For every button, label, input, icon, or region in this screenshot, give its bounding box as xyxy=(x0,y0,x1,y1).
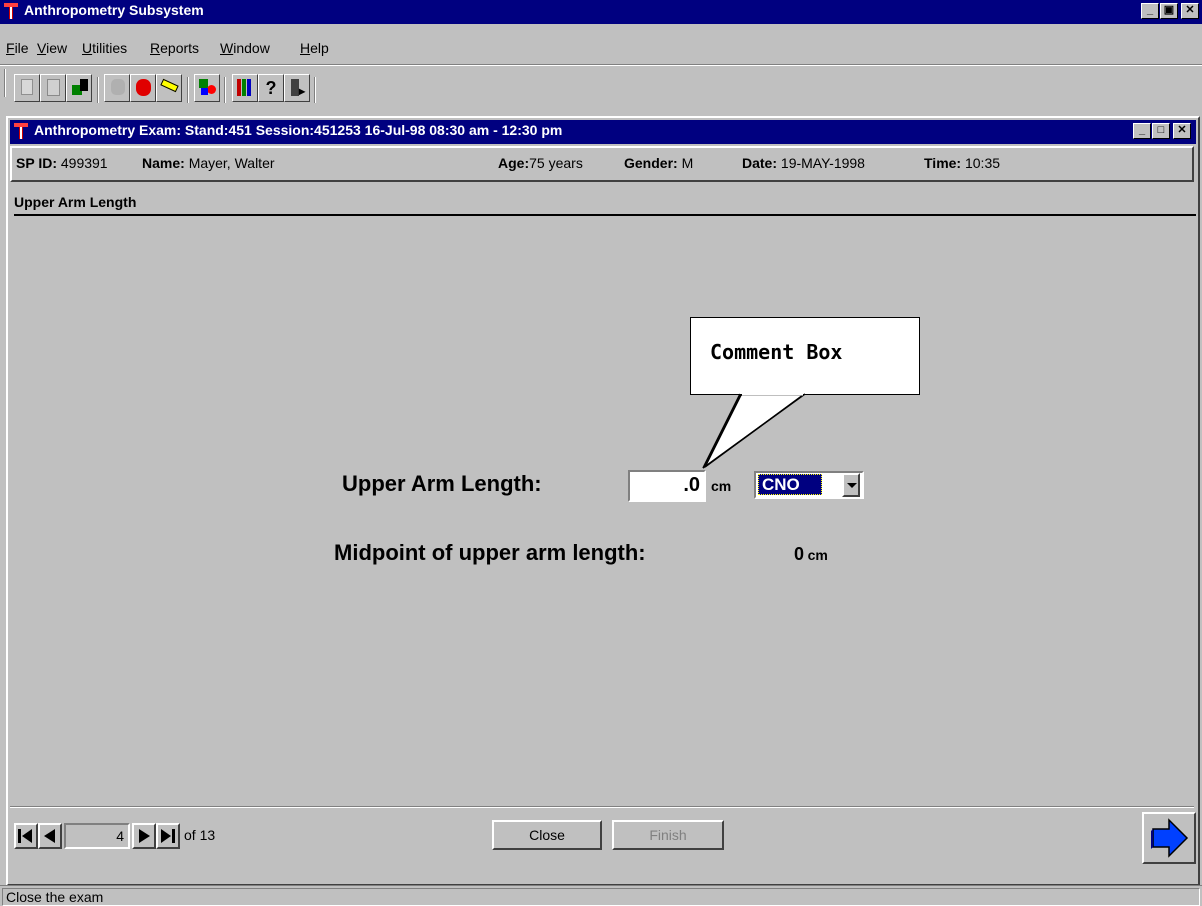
finish-button[interactable]: Finish xyxy=(612,820,724,850)
upper-arm-input[interactable]: .0 xyxy=(628,470,706,502)
finish-button-label: Finish xyxy=(649,827,687,843)
new-icon[interactable] xyxy=(14,74,40,102)
chevron-down-icon xyxy=(847,483,857,488)
exam-maximize-button[interactable]: □ xyxy=(1152,123,1170,139)
toolbar: ? ▸ xyxy=(0,66,1202,116)
midpoint-value: 0 xyxy=(794,544,805,564)
menu-view[interactable]: View xyxy=(37,40,67,56)
restore-button[interactable]: ▣ xyxy=(1160,3,1178,19)
midpoint-unit: cm xyxy=(807,547,828,563)
status-bar: Close the exam xyxy=(0,885,1202,906)
stop-hand-icon[interactable] xyxy=(130,74,156,102)
sp-id-value: 499391 xyxy=(60,155,108,171)
age-value: 75 years xyxy=(529,155,583,171)
date-label: Date: xyxy=(742,155,778,171)
name-value: Mayer, Walter xyxy=(188,155,275,171)
comment-select-value: CNO xyxy=(758,474,822,495)
gender-value: M xyxy=(681,155,694,171)
section-divider xyxy=(14,214,1196,216)
help-icon[interactable]: ? xyxy=(258,74,284,102)
midpoint-label: Midpoint of upper arm length: xyxy=(334,540,646,565)
clipboard-icon[interactable] xyxy=(40,74,66,102)
app-logo-icon xyxy=(4,3,18,19)
minimize-button[interactable]: _ xyxy=(1141,3,1159,19)
section-title: Upper Arm Length xyxy=(14,194,137,210)
sp-id-label: SP ID: xyxy=(16,155,57,171)
previous-record-button[interactable] xyxy=(38,823,62,849)
menu-reports[interactable]: Reports xyxy=(150,40,199,56)
participant-info-bar: SP ID: 499391 Name: Mayer, Walter Age:75… xyxy=(10,146,1194,182)
status-text: Close the exam xyxy=(6,889,104,905)
time-value: 10:35 xyxy=(964,155,1001,171)
first-record-button[interactable] xyxy=(14,823,38,849)
app-title-bar: Anthropometry Subsystem _ ▣ ✕ xyxy=(0,0,1202,24)
upper-arm-value: .0 xyxy=(683,474,700,496)
first-record-icon xyxy=(18,829,21,843)
menu-file[interactable]: File xyxy=(6,40,29,56)
name-label: Name: xyxy=(142,155,185,171)
pencil-icon[interactable] xyxy=(156,74,182,102)
next-record-button[interactable] xyxy=(132,823,156,849)
menu-utilities[interactable]: Utilities xyxy=(82,40,127,56)
last-record-icon xyxy=(161,829,171,843)
previous-record-icon xyxy=(44,829,55,843)
exit-icon[interactable]: ▸ xyxy=(284,74,310,102)
midpoint-readout: 0 cm xyxy=(794,544,828,565)
last-record-button[interactable] xyxy=(156,823,180,849)
upper-arm-unit: cm xyxy=(711,478,732,494)
page-number-field[interactable]: 4 xyxy=(64,823,130,849)
menu-bar: File View Utilities Reports Window Help xyxy=(0,38,1202,62)
exam-window: Anthropometry Exam: Stand:451 Session:45… xyxy=(6,116,1200,886)
callout-text: Comment Box xyxy=(710,340,843,364)
upper-arm-label: Upper Arm Length: xyxy=(342,471,542,496)
age-label: Age: xyxy=(498,155,530,171)
close-button-label: Close xyxy=(529,827,565,843)
exam-title: Anthropometry Exam: Stand:451 Session:45… xyxy=(34,122,563,138)
next-exam-button[interactable] xyxy=(1142,812,1196,864)
menu-help[interactable]: Help xyxy=(300,40,329,56)
menu-window[interactable]: Window xyxy=(220,40,270,56)
exam-minimize-button[interactable]: _ xyxy=(1133,123,1151,139)
app-title: Anthropometry Subsystem xyxy=(24,2,204,18)
time-label: Time: xyxy=(924,155,962,171)
close-button[interactable]: Close xyxy=(492,820,602,850)
gender-label: Gender: xyxy=(624,155,678,171)
close-window-button[interactable]: ✕ xyxy=(1181,3,1199,19)
open-icon[interactable] xyxy=(66,74,92,102)
exam-close-button[interactable]: ✕ xyxy=(1173,123,1191,139)
exam-title-bar: Anthropometry Exam: Stand:451 Session:45… xyxy=(10,120,1196,144)
shapes-icon[interactable] xyxy=(194,74,220,102)
next-record-icon xyxy=(139,829,150,843)
hand-print-icon[interactable] xyxy=(104,74,130,102)
exam-logo-icon xyxy=(14,123,28,139)
blue-arrow-icon xyxy=(1151,818,1189,858)
page-count-text: of 13 xyxy=(184,827,216,843)
page-number-value: 4 xyxy=(116,828,124,844)
date-value: 19-MAY-1998 xyxy=(780,155,865,171)
books-icon[interactable] xyxy=(232,74,258,102)
comment-dropdown-button[interactable] xyxy=(842,473,860,497)
record-navigator: 4 of 13 xyxy=(14,823,274,853)
comment-select[interactable]: CNO xyxy=(754,471,864,499)
